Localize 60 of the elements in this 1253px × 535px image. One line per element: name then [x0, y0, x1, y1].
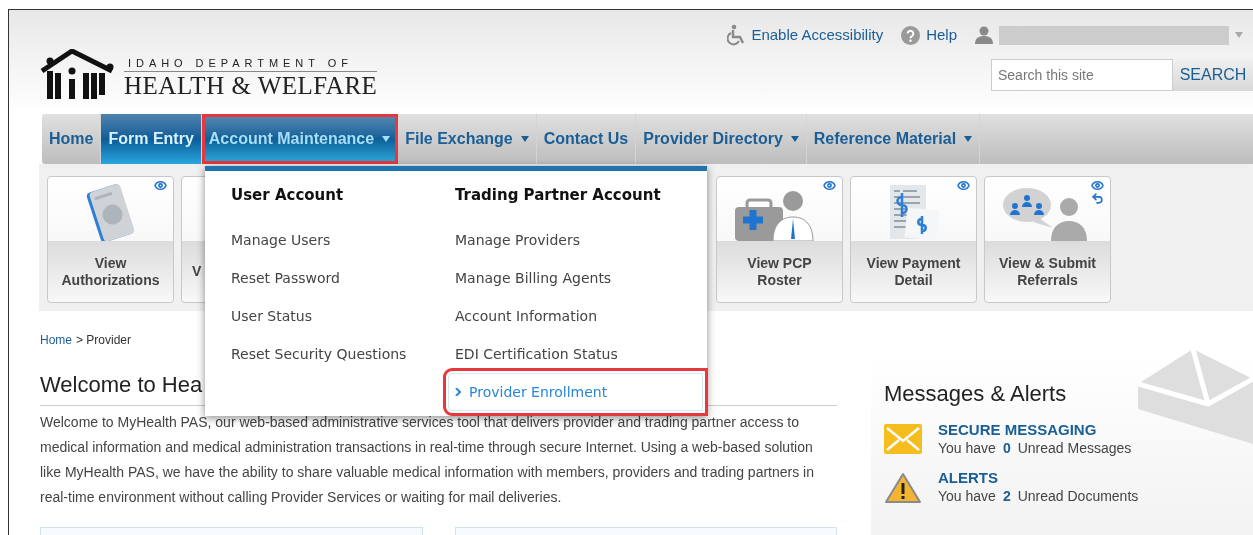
warning-icon — [884, 472, 922, 504]
search-field[interactable]: Search this site — [991, 58, 1173, 91]
tile-label: Referrals — [1017, 271, 1078, 289]
breadcrumb-text: > Provider — [76, 332, 132, 349]
shortcut-tile[interactable]: View Payment Detail — [850, 176, 977, 303]
caret-icon — [520, 136, 529, 142]
count-prefix: You have — [938, 439, 996, 458]
caret-icon — [964, 136, 973, 142]
nav-tab[interactable]: Account Maintenance — [201, 114, 399, 164]
search-button[interactable]: SEARCH — [1173, 58, 1253, 91]
help-link[interactable]: Help — [901, 24, 957, 47]
count-suffix: Unread Documents — [1017, 487, 1139, 506]
caret-icon — [790, 136, 799, 142]
undo-icon — [1091, 192, 1104, 205]
menu-item[interactable]: Account Information — [455, 297, 707, 335]
tile-label: View Payment — [866, 254, 961, 272]
nav-tab[interactable]: Form Entry — [101, 114, 202, 164]
user-icon — [975, 26, 993, 45]
welcome-heading: Welcome to Hea — [40, 371, 203, 399]
alert-link[interactable]: SECURE MESSAGING — [938, 420, 1132, 439]
tile-label: View — [94, 254, 127, 272]
help-icon — [901, 25, 921, 45]
chevron-icon — [455, 388, 461, 396]
envelope-icon — [884, 424, 922, 454]
caret-icon — [1235, 32, 1243, 39]
shortcut-tile[interactable]: View Authorizations — [47, 176, 174, 303]
logo-subtitle: IDAHO DEPARTMENT OF — [124, 57, 378, 72]
count-prefix: You have — [938, 487, 996, 506]
menu-heading: User Account — [231, 185, 345, 206]
menu-item[interactable]: Manage Users — [231, 221, 455, 259]
menu-item[interactable]: Reset Password — [231, 259, 455, 297]
tile-label: Roster — [757, 271, 802, 289]
shortcut-tile[interactable]: View & Submit Referrals — [984, 176, 1111, 303]
tile-label: Authorizations — [61, 271, 160, 289]
menu-heading: Trading Partner Account — [455, 185, 662, 206]
eye-icon — [823, 179, 836, 192]
menu-item[interactable]: Manage Billing Agents — [455, 259, 707, 297]
breadcrumb-link[interactable]: Home — [40, 331, 72, 349]
menu-item[interactable]: EDI Certification Status — [455, 335, 707, 373]
alert-link[interactable]: ALERTS — [938, 468, 1139, 487]
tile-label: View & Submit — [999, 254, 1096, 272]
accessibility-link[interactable]: Enable Accessibility — [727, 24, 884, 47]
shortcut-tile[interactable]: View PCP Roster — [716, 176, 843, 303]
menu-item[interactable]: User Status — [231, 297, 455, 335]
unread-count: 2 — [1002, 487, 1011, 506]
caret-icon — [382, 136, 391, 142]
menu-item[interactable]: Reset Security Questions — [231, 335, 455, 373]
tile-label: View PCP — [747, 254, 812, 272]
tile-label: V — [192, 263, 202, 280]
messages-heading: Messages & Alerts — [884, 380, 1068, 408]
tile-label: Detail — [894, 271, 933, 289]
welcome-paragraph: Welcome to MyHealth PAS, our web-based administrative services tool that delivers provider and trading partner access to medical information and medical administration transactions in real-time through secure Internet. Using a web-based solution like MyHealth PAS, we have the ability to share valuable medical information with members, providers and trading partners in real-time environment without calling Provider Services or waiting for mail deliveries. — [40, 413, 815, 507]
count-suffix: Unread Messages — [1017, 439, 1132, 458]
unread-count: 0 — [1002, 439, 1011, 458]
logo-title: HEALTH & WELFARE — [124, 72, 378, 100]
eye-icon — [957, 179, 970, 192]
wheelchair-icon — [727, 24, 746, 47]
eye-icon — [1091, 179, 1104, 192]
menu-item[interactable]: Manage Providers — [455, 221, 707, 259]
eye-icon — [154, 179, 167, 192]
